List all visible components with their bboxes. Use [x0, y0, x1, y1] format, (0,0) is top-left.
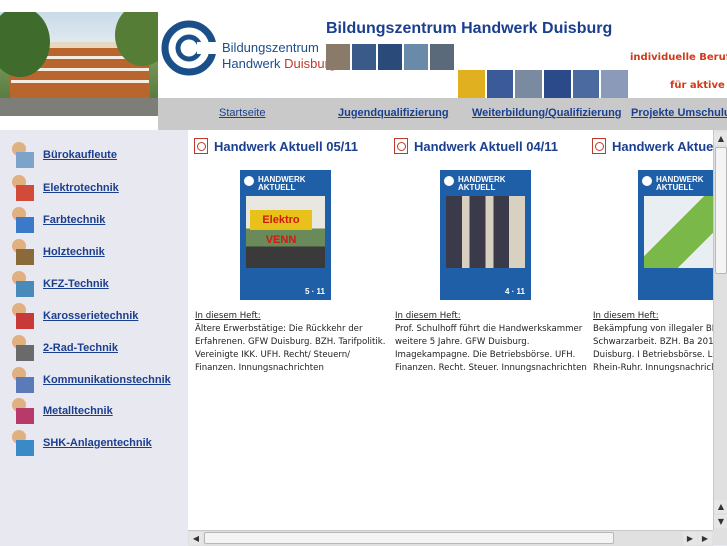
issue-description: In diesem Heft: Prof. Schulhoff führt di… [395, 310, 590, 375]
issue-title-link[interactable]: Handwerk Aktuell 05/11 [194, 138, 358, 154]
issue-title-link[interactable]: Handwerk Aktue [592, 138, 713, 154]
issue-desc-text: Ältere Erwerbstätige: Die Rückkehr der E… [195, 324, 386, 373]
issue-desc-lead: In diesem Heft: [395, 311, 461, 321]
logo-line-2: Handwerk [222, 56, 281, 71]
nav-jugendqualifizierung[interactable]: Jugendqualifizierung [338, 107, 449, 119]
issue-title: Handwerk Aktuell 05/11 [214, 138, 359, 154]
tagline-2: für aktive Le [670, 80, 727, 91]
sidebar-item-label: Bürokaufleute [43, 149, 117, 161]
communication-icon [8, 365, 38, 395]
cover-photo [446, 196, 525, 268]
scroll-right-icon[interactable]: ▶ [698, 532, 712, 545]
sidebar-item-label: Elektrotechnik [43, 182, 119, 194]
cover-brand: HANDWERK AKTUELL [258, 175, 306, 192]
sidebar-item-label: Kommunikationstechnik [43, 374, 171, 386]
issue-cover[interactable]: HANDWERK AKTUELL 4 · 11 [440, 170, 531, 300]
scroll-left-icon[interactable]: ◀ [189, 532, 203, 545]
tagline-1: individuelle Berufe - [630, 52, 727, 63]
plumber-icon [8, 428, 38, 458]
sidebar-item-karosserietechnik[interactable]: Karosserietechnik [8, 301, 138, 331]
sidebar-item-label: Farbtechnik [43, 214, 106, 226]
electrician-icon [8, 173, 38, 203]
sidebar-item-shk-anlagentechnik[interactable]: SHK-Anlagentechnik [8, 428, 152, 458]
sidebar-item-label: SHK-Anlagentechnik [43, 437, 152, 449]
nav-weiterbildung[interactable]: Weiterbildung/Qualifizierung [472, 107, 622, 119]
issue-desc-lead: In diesem Heft: [195, 311, 261, 321]
horizontal-scroll-thumb[interactable] [204, 532, 614, 544]
issue-cover[interactable]: HANDWERK AKTUELL [638, 170, 713, 300]
issue-title: Handwerk Aktuell 04/11 [414, 138, 559, 154]
sidebar-item-elektrotechnik[interactable]: Elektrotechnik [8, 173, 119, 203]
sidebar-item-farbtechnik[interactable]: Farbtechnik [8, 205, 105, 235]
nav-startseite[interactable]: Startseite [219, 107, 265, 119]
carpenter-icon [8, 237, 38, 267]
cover-emblem-icon [642, 176, 652, 186]
vertical-scroll-thumb[interactable] [715, 147, 727, 274]
mechanic-icon [8, 269, 38, 299]
issue-desc-text: Prof. Schulhoff führt die Handwerkskamme… [395, 324, 587, 373]
site-title: Bildungszentrum Handwerk Duisburg [326, 20, 613, 37]
logo-line-1: Bildungszentrum [222, 40, 319, 55]
sidebar-item-kommunikationstechnik[interactable]: Kommunikationstechnik [8, 365, 171, 395]
cover-sign: Elektro VENN [250, 210, 312, 246]
bodywork-icon [8, 301, 38, 331]
issue-title-link[interactable]: Handwerk Aktuell 04/11 [394, 138, 558, 154]
sidebar-item-metalltechnik[interactable]: Metalltechnik [8, 396, 113, 426]
sidebar-item-label: Metalltechnik [43, 405, 113, 417]
sidebar-item-label: KFZ-Technik [43, 278, 109, 290]
cover-emblem-icon [444, 176, 454, 186]
building-photo [0, 12, 158, 116]
cover-photo [644, 196, 713, 268]
nav-projekte[interactable]: Projekte Umschulun [631, 107, 727, 119]
scroll-up-icon[interactable]: ▲ [714, 500, 727, 513]
cover-emblem-icon [244, 176, 254, 186]
sidebar-item-buerokaufleute[interactable]: Bürokaufleute [8, 140, 117, 170]
cover-brand: HANDWERK AKTUELL [458, 175, 506, 192]
issue-desc-text: Bekämpfung von illegaler BE und Schwarza… [593, 324, 713, 373]
sidebar-item-label: Karosserietechnik [43, 310, 139, 322]
photo-strip-bottom [458, 70, 630, 98]
sidebar: Bürokaufleute Elektrotechnik Farbtechnik… [0, 130, 188, 545]
photo-strip-top [326, 44, 456, 70]
issues-content: Handwerk Aktuell 05/11 HANDWERK AKTUELL E… [188, 130, 713, 530]
sidebar-item-label: 2-Rad-Technik [43, 342, 118, 354]
issue-cover[interactable]: HANDWERK AKTUELL Elektro VENN 5 · 11 [240, 170, 331, 300]
cover-number: 4 · 11 [504, 287, 525, 296]
pdf-icon [194, 138, 208, 154]
logo-icon[interactable] [161, 20, 217, 76]
scroll-right-icon[interactable]: ▶ [683, 532, 697, 545]
office-worker-icon [8, 140, 38, 170]
scrollbar-corner [713, 530, 727, 545]
metalworker-icon [8, 396, 38, 426]
horizontal-scrollbar[interactable]: ◀ ▶ ▶ [188, 530, 713, 546]
scroll-down-icon[interactable]: ▼ [714, 515, 727, 528]
painter-icon [8, 205, 38, 235]
sidebar-item-holztechnik[interactable]: Holztechnik [8, 237, 105, 267]
pdf-icon [394, 138, 408, 154]
issue-title: Handwerk Aktue [612, 138, 713, 154]
issue-description: In diesem Heft: Ältere Erwerbstätige: Di… [195, 310, 390, 375]
sidebar-item-2-rad-technik[interactable]: 2-Rad-Technik [8, 333, 118, 363]
bike-mechanic-icon [8, 333, 38, 363]
issue-desc-lead: In diesem Heft: [593, 311, 659, 321]
main-nav: Startseite Jugendqualifizierung Weiterbi… [158, 98, 727, 130]
scroll-up-icon[interactable]: ▲ [714, 132, 727, 145]
cover-number: 5 · 11 [304, 287, 325, 296]
pdf-icon [592, 138, 606, 154]
sidebar-item-kfz-technik[interactable]: KFZ-Technik [8, 269, 109, 299]
sidebar-item-label: Holztechnik [43, 246, 105, 258]
issue-description: In diesem Heft: Bekämpfung von illegaler… [593, 310, 713, 375]
vertical-scrollbar[interactable]: ▲ ▲ ▼ [713, 130, 727, 530]
logo-text[interactable]: Bildungszentrum Handwerk Duisburg [222, 40, 336, 72]
cover-brand: HANDWERK AKTUELL [656, 175, 704, 192]
